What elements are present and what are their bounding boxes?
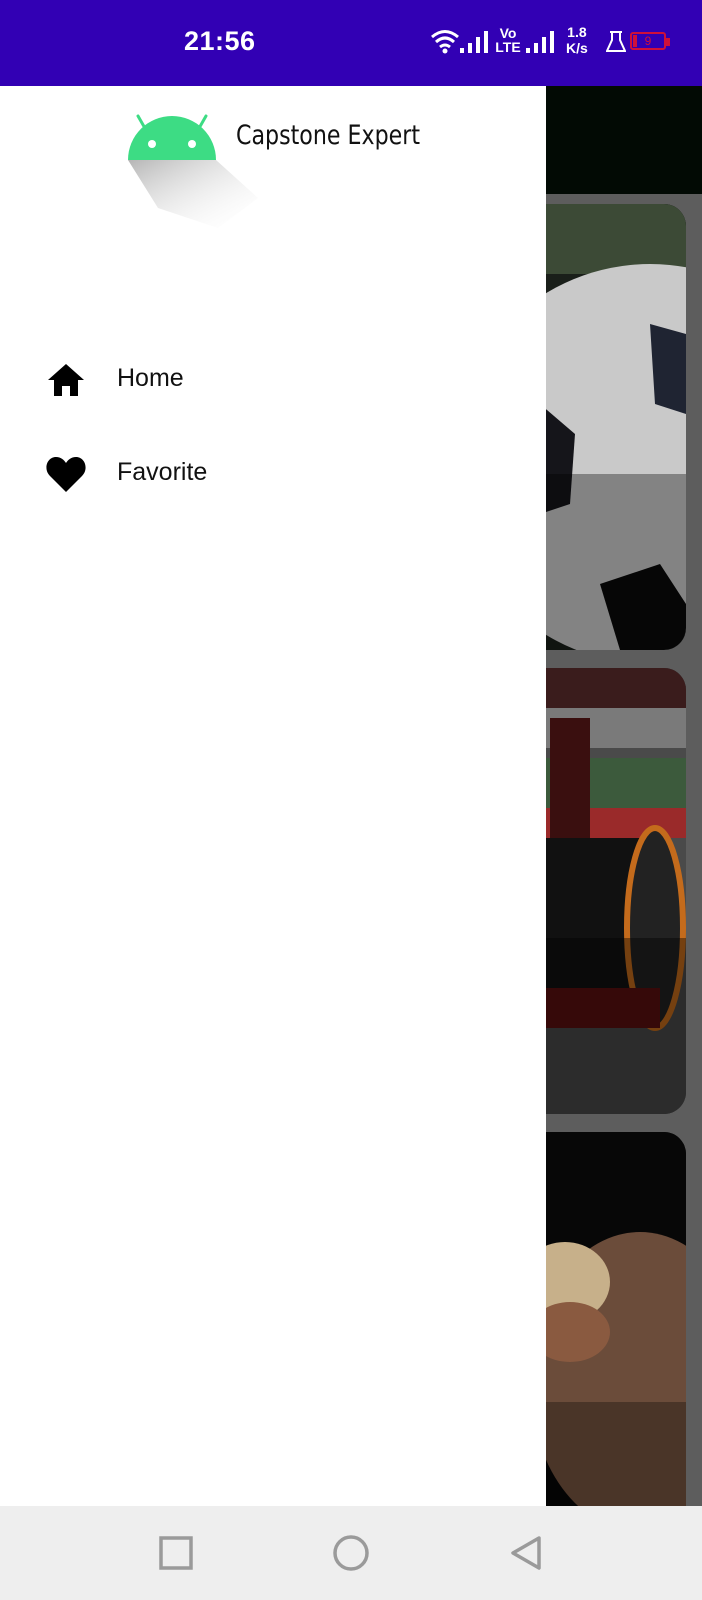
status-time: 21:56	[184, 26, 256, 56]
lab-flask-icon	[606, 31, 626, 52]
drawer-item-label: Home	[117, 364, 184, 392]
drawer-item-label: Favorite	[117, 458, 208, 486]
system-navigation-bar	[0, 1506, 702, 1600]
app-title: Capstone Expert	[236, 120, 421, 151]
heart-icon	[46, 457, 86, 492]
navigation-drawer: Capstone Expert Home Favorite	[0, 86, 546, 1506]
network-speed: 1.8 K/s	[566, 24, 588, 56]
home-icon	[48, 364, 84, 396]
status-icons: Vo LTE 1.8 K/s 9	[430, 24, 680, 62]
battery-low-icon: 9	[630, 32, 670, 50]
home-button[interactable]	[328, 1530, 374, 1576]
signal-icon	[460, 31, 488, 53]
back-button[interactable]	[503, 1530, 549, 1576]
volte-icon: Vo LTE	[495, 25, 521, 55]
drawer-item-home[interactable]: Home	[0, 338, 546, 422]
recents-button[interactable]	[153, 1530, 199, 1576]
drawer-header: Capstone Expert	[0, 86, 546, 246]
wifi-icon	[431, 30, 459, 54]
signal-icon	[526, 31, 554, 53]
status-bar: 21:56 Vo LTE 1.8 K/s 9	[0, 0, 702, 86]
drawer-item-favorite[interactable]: Favorite	[0, 432, 546, 516]
